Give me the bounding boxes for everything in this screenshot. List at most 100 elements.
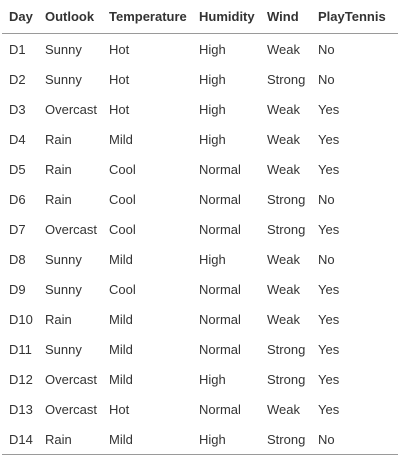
table-row: D12 Overcast Mild High Strong Yes — [2, 364, 398, 394]
cell-humidity: High — [199, 251, 226, 267]
cell-playtennis: No — [318, 71, 335, 87]
cell-wind: Weak — [267, 131, 300, 147]
table-row: D9 Sunny Cool Normal Weak Yes — [2, 274, 398, 304]
cell-wind: Strong — [267, 191, 306, 207]
column-header-wind: Wind — [260, 0, 311, 34]
cell-outlook: Rain — [45, 161, 72, 177]
column-header-humidity: Humidity — [192, 0, 260, 34]
cell-day: D6 — [9, 191, 26, 207]
column-header-outlook: Outlook — [38, 0, 102, 34]
table-row: D11 Sunny Mild Normal Strong Yes — [2, 334, 398, 364]
cell-temperature: Mild — [109, 371, 133, 387]
cell-humidity: High — [199, 371, 226, 387]
table-row: D13 Overcast Hot Normal Weak Yes — [2, 394, 398, 424]
cell-temperature: Cool — [109, 191, 136, 207]
cell-playtennis: Yes — [318, 371, 340, 387]
cell-day: D12 — [9, 371, 33, 387]
cell-day: D1 — [9, 41, 26, 57]
play-tennis-table: Day Outlook Temperature Humidity Wind Pl… — [2, 0, 398, 455]
table-row: D8 Sunny Mild High Weak No — [2, 244, 398, 274]
cell-temperature: Cool — [109, 221, 136, 237]
cell-humidity: Normal — [199, 221, 241, 237]
cell-outlook: Sunny — [45, 251, 82, 267]
cell-day: D7 — [9, 221, 26, 237]
cell-day: D5 — [9, 161, 26, 177]
cell-day: D10 — [9, 311, 33, 327]
cell-humidity: Normal — [199, 311, 241, 327]
cell-temperature: Hot — [109, 401, 130, 417]
cell-day: D8 — [9, 251, 26, 267]
table-row: D6 Rain Cool Normal Strong No — [2, 184, 398, 214]
cell-humidity: High — [199, 41, 226, 57]
cell-wind: Strong — [260, 424, 311, 455]
cell-wind: Weak — [267, 41, 300, 57]
cell-playtennis: Yes — [318, 341, 340, 357]
cell-outlook: Sunny — [45, 71, 82, 87]
column-header-playtennis: PlayTennis — [311, 0, 398, 34]
cell-temperature: Cool — [109, 281, 136, 297]
cell-outlook: Rain — [38, 424, 102, 455]
cell-temperature: Hot — [109, 71, 130, 87]
cell-wind: Weak — [267, 311, 300, 327]
cell-outlook: Overcast — [45, 101, 98, 117]
cell-outlook: Rain — [45, 191, 72, 207]
cell-playtennis: Yes — [318, 101, 340, 117]
cell-playtennis: No — [311, 424, 398, 455]
play-tennis-table-container: Day Outlook Temperature Humidity Wind Pl… — [2, 0, 398, 455]
cell-temperature: Cool — [109, 161, 136, 177]
cell-wind: Weak — [267, 281, 300, 297]
table-header: Day Outlook Temperature Humidity Wind Pl… — [2, 0, 398, 34]
cell-wind: Weak — [267, 251, 300, 267]
cell-playtennis: No — [318, 191, 335, 207]
cell-day: D2 — [9, 71, 26, 87]
cell-outlook: Overcast — [45, 221, 98, 237]
table-row: D1 Sunny Hot High Weak No — [2, 34, 398, 65]
table-row: D3 Overcast Hot High Weak Yes — [2, 94, 398, 124]
table-row: D14 Rain Mild High Strong No — [2, 424, 398, 455]
cell-temperature: Mild — [102, 424, 192, 455]
cell-outlook: Sunny — [45, 41, 82, 57]
table-body: D1 Sunny Hot High Weak No D2 Sunny Hot High Strong… — [2, 34, 398, 455]
cell-humidity: Normal — [199, 281, 241, 297]
cell-playtennis: Yes — [318, 161, 340, 177]
cell-humidity: Normal — [199, 341, 241, 357]
cell-wind: Weak — [267, 161, 300, 177]
cell-day: D14 — [2, 424, 38, 455]
cell-wind: Weak — [267, 101, 300, 117]
cell-outlook: Overcast — [45, 371, 98, 387]
cell-wind: Strong — [267, 341, 306, 357]
cell-playtennis: Yes — [318, 221, 340, 237]
table-row: D7 Overcast Cool Normal Strong Yes — [2, 214, 398, 244]
cell-temperature: Hot — [109, 41, 130, 57]
cell-outlook: Rain — [45, 131, 72, 147]
cell-temperature: Mild — [109, 251, 133, 267]
cell-playtennis: Yes — [318, 401, 340, 417]
table-row: D10 Rain Mild Normal Weak Yes — [2, 304, 398, 334]
cell-humidity: High — [199, 71, 226, 87]
column-header-temperature: Temperature — [102, 0, 192, 34]
cell-playtennis: Yes — [318, 131, 340, 147]
cell-outlook: Rain — [45, 311, 72, 327]
column-header-day: Day — [2, 0, 38, 34]
table-row: D5 Rain Cool Normal Weak Yes — [2, 154, 398, 184]
cell-day: D9 — [9, 281, 26, 297]
cell-temperature: Mild — [109, 311, 133, 327]
cell-humidity: Normal — [199, 401, 241, 417]
cell-wind: Strong — [267, 371, 306, 387]
cell-playtennis: No — [318, 41, 335, 57]
cell-humidity: High — [199, 101, 226, 117]
cell-humidity: High — [192, 424, 260, 455]
cell-temperature: Mild — [109, 131, 133, 147]
cell-wind: Weak — [267, 401, 300, 417]
cell-outlook: Sunny — [45, 281, 82, 297]
table-row: D2 Sunny Hot High Strong No — [2, 64, 398, 94]
table-row: D4 Rain Mild High Weak Yes — [2, 124, 398, 154]
cell-humidity: Normal — [199, 161, 241, 177]
cell-humidity: High — [199, 131, 226, 147]
cell-day: D11 — [9, 341, 32, 357]
cell-day: D13 — [9, 401, 33, 417]
cell-playtennis: No — [318, 251, 335, 267]
cell-playtennis: Yes — [318, 311, 340, 327]
cell-day: D4 — [9, 131, 26, 147]
cell-wind: Strong — [267, 71, 306, 87]
